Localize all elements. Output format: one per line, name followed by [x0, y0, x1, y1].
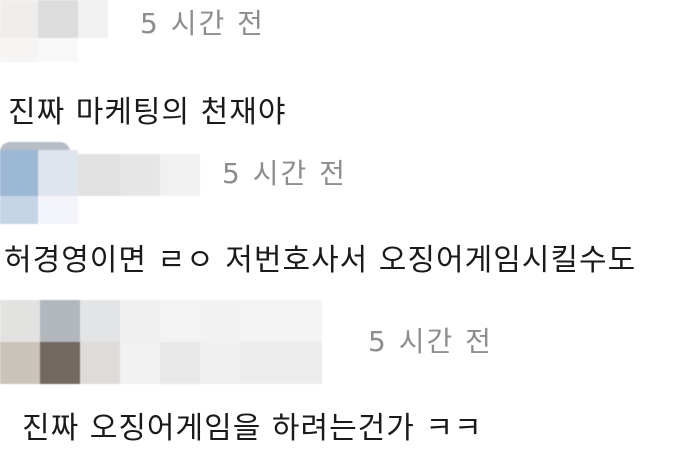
comment-text: 허경영이면 ㄹㅇ 저번호사서 오징어게임시킬수도 — [4, 243, 637, 278]
comment-timestamp: 5 시간 전 — [140, 7, 265, 40]
comment-text: 진짜 마케팅의 천재야 — [8, 95, 287, 130]
user-avatar-pixelated[interactable] — [0, 0, 110, 62]
user-avatar-pixelated[interactable] — [0, 142, 200, 224]
comment-timestamp: 5 시간 전 — [222, 157, 347, 190]
comment-feed: 5 시간 전 진짜 마케팅의 천재야 5 시간 전 허경영이면 ㄹㅇ 저번호사서… — [0, 0, 680, 459]
comment-text: 진짜 오징어게임을 하려는건가 ㅋㅋ — [22, 411, 483, 446]
user-avatar-pixelated[interactable] — [0, 300, 322, 384]
comment-timestamp: 5 시간 전 — [368, 325, 493, 358]
